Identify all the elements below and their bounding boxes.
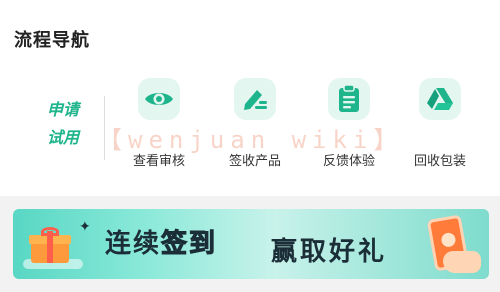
- watermark-text: 【wenjuan wiki】: [98, 126, 404, 154]
- apply-trial-label-line2: 试用: [46, 128, 79, 147]
- banner-text-continuous: 连续: [105, 229, 162, 259]
- nav-item-label: 回收包装: [413, 154, 466, 169]
- gift-box-icon: [29, 227, 71, 263]
- eye-icon: [138, 78, 180, 120]
- sparkle-icon: ✦: [79, 219, 91, 235]
- recycle-triangle-icon: [419, 78, 461, 120]
- hand-icon: [443, 251, 481, 273]
- process-nav-section: 流程导航 申请 试用 查看审核 签收产品 反馈体验 回收包装 【wenjuan …: [0, 0, 500, 196]
- banner-slogan-left: 连续签到: [105, 223, 217, 260]
- clipboard-icon: [328, 78, 370, 120]
- nav-item-recycle-package[interactable]: 回收包装: [400, 78, 480, 169]
- apply-trial-button[interactable]: 申请 试用: [38, 96, 88, 152]
- page-title: 流程导航: [14, 30, 90, 51]
- banner-text-checkin: 签到: [161, 229, 218, 260]
- checkin-banner[interactable]: ✦ 连续签到 赢取好礼: [13, 209, 489, 279]
- sign-pen-icon: [234, 78, 276, 120]
- apply-trial-label-line1: 申请: [46, 100, 79, 119]
- banner-text-win-gifts: 赢取好礼: [271, 237, 388, 267]
